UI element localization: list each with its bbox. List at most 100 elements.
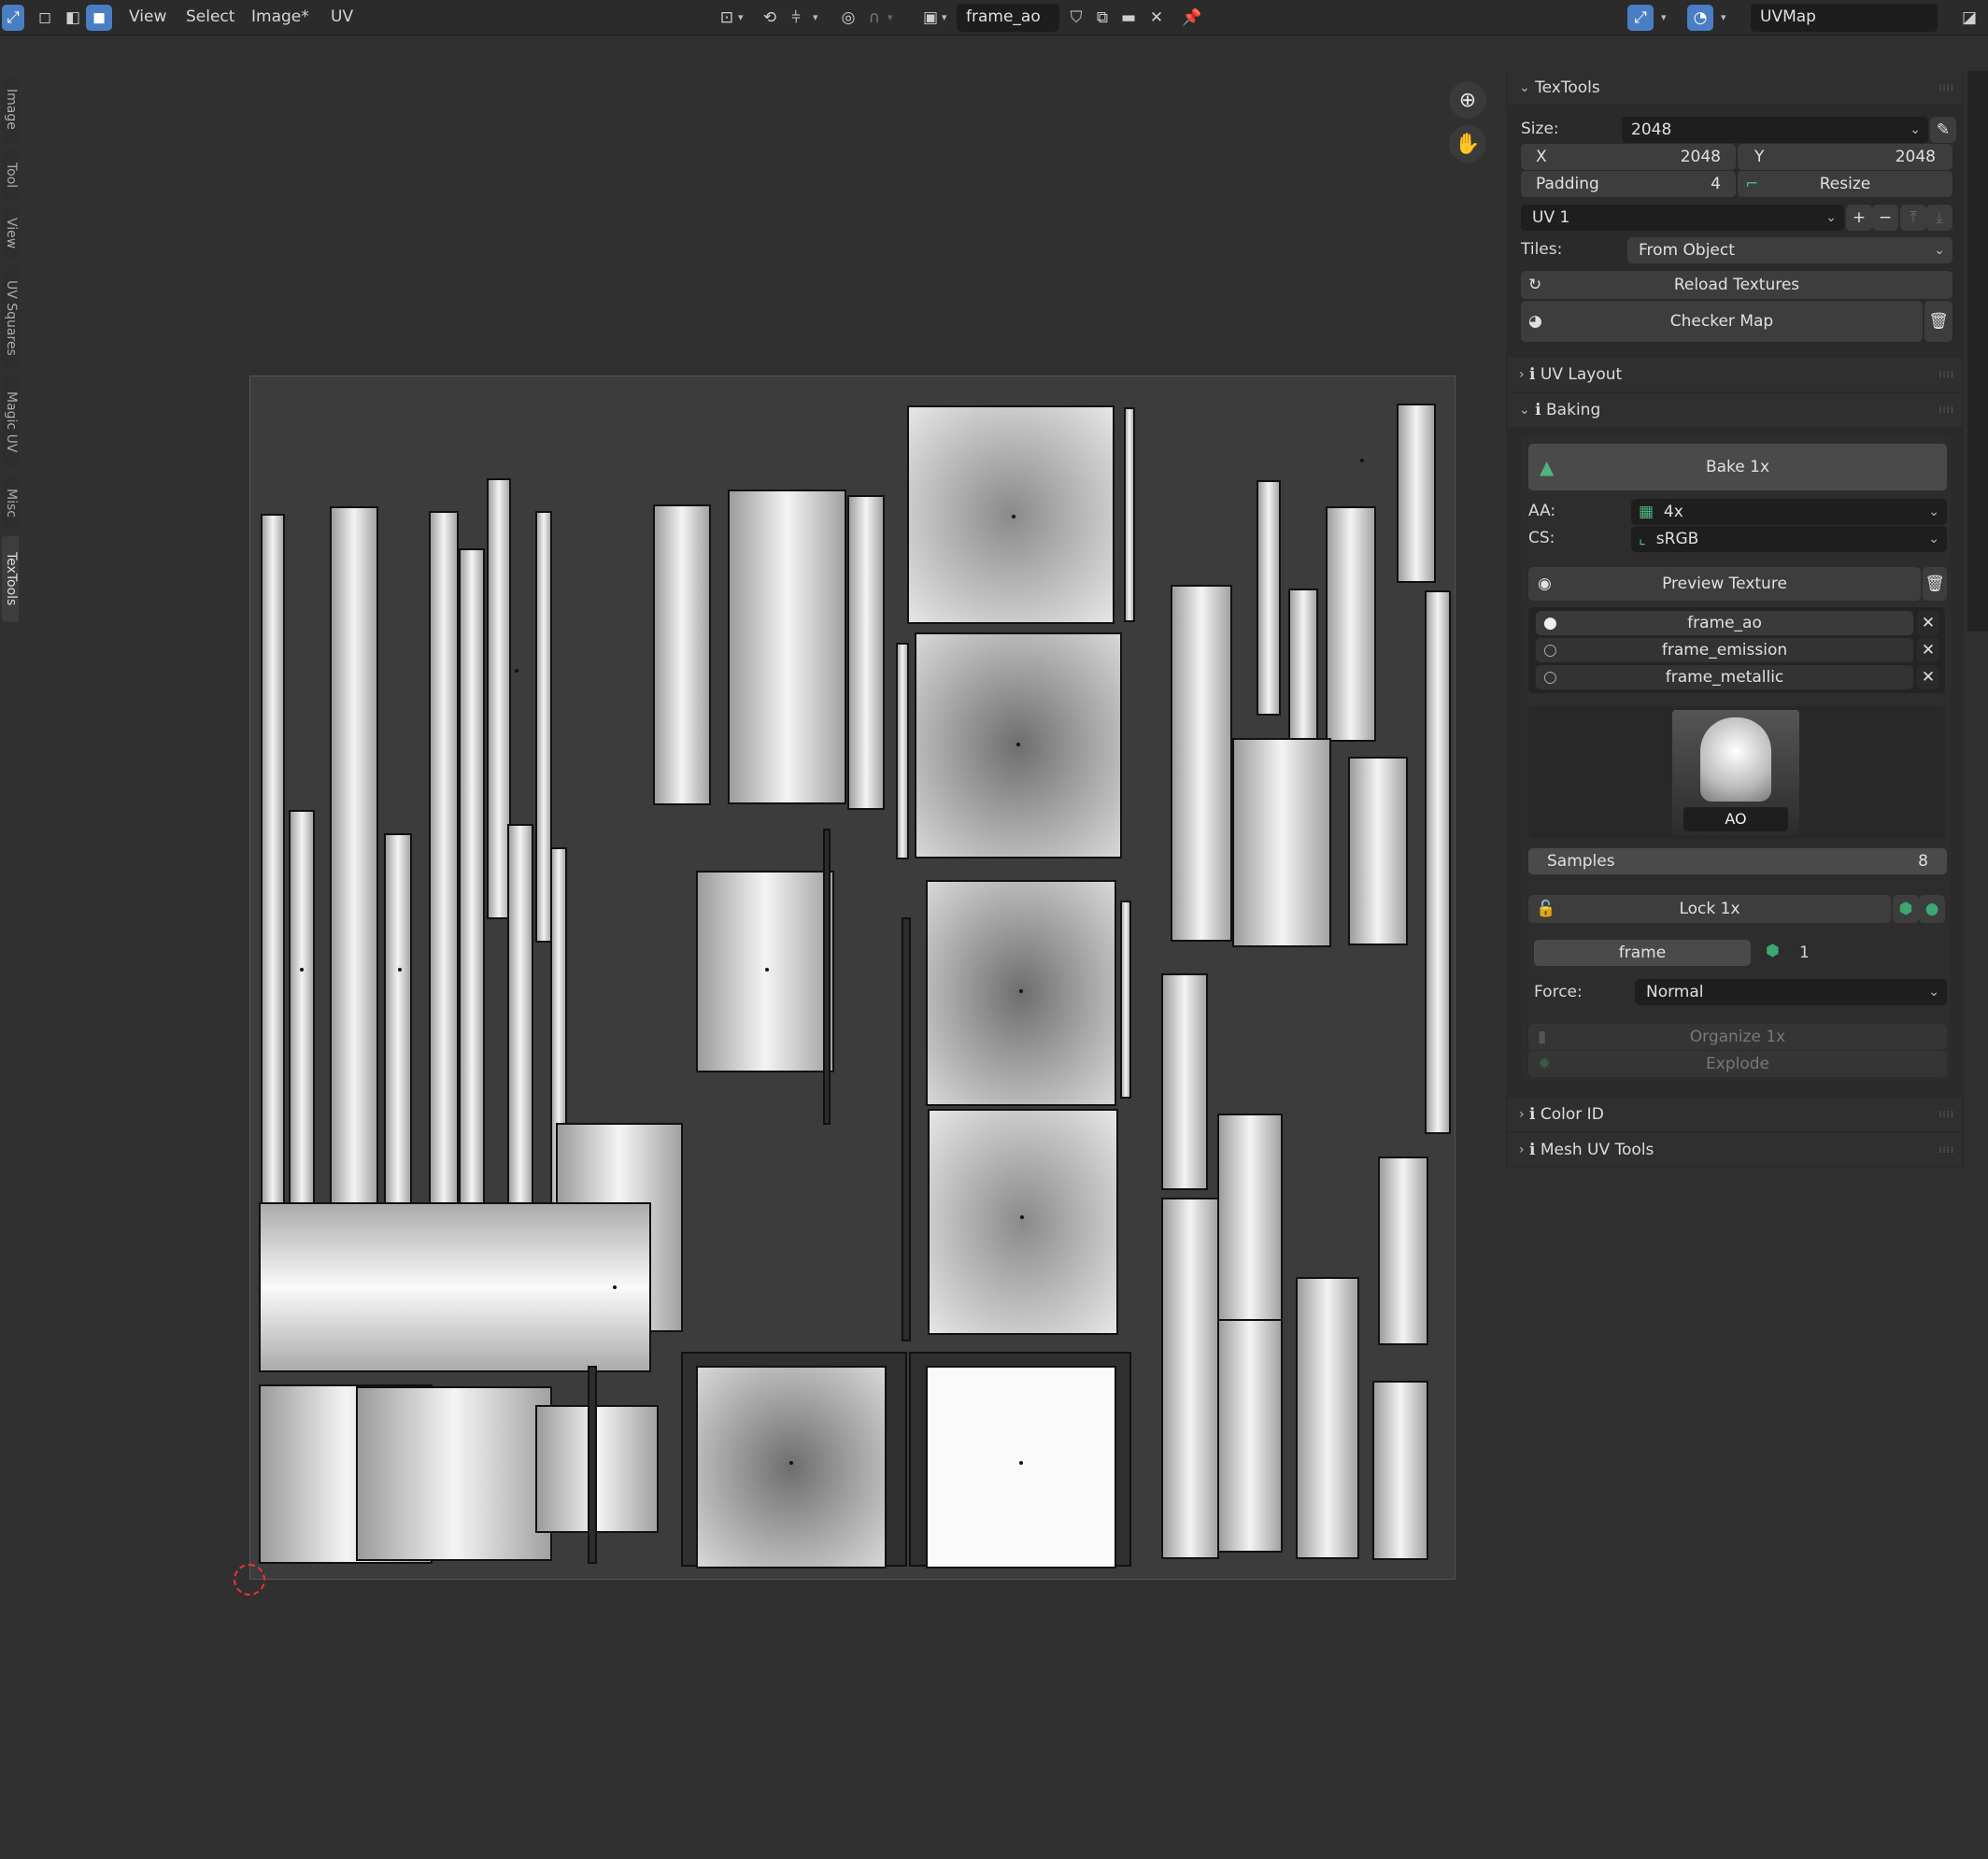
select-mode-face-icon[interactable]: ◼ [86, 5, 112, 31]
texture-item-frame-ao[interactable]: ● frame_ao [1536, 611, 1913, 635]
uv-island [1124, 407, 1135, 622]
reload-textures-button[interactable]: ↻ Reload Textures [1521, 271, 1952, 299]
menu-image[interactable]: Image* [251, 7, 309, 26]
tab-tool[interactable]: Tool [2, 149, 19, 202]
tiles-dropdown[interactable]: From Object ⌄ [1627, 237, 1952, 263]
add-uv-icon[interactable]: + [1846, 205, 1872, 231]
bake-button[interactable]: ▲ Bake 1x [1528, 444, 1947, 490]
tab-image[interactable]: Image [2, 75, 19, 144]
select-mode-edge-icon[interactable]: ◧ [60, 5, 86, 31]
resize-label: Resize [1819, 175, 1871, 193]
size-dropdown[interactable]: 2048 ⌄ [1622, 117, 1928, 143]
organize-button[interactable]: ▮ Organize 1x [1528, 1024, 1947, 1050]
mesh-uv-tools-panel-header[interactable]: › ℹ Mesh UV Tools ⁞⁞⁞⁞ [1508, 1133, 1962, 1167]
proportional-edit-icon[interactable]: ◎ [835, 5, 861, 31]
snap-icon[interactable]: ⫩ [783, 5, 809, 31]
checker-map-button[interactable]: ◕ Checker Map [1521, 301, 1923, 342]
mesh-cube-icon: ⬢ [1766, 942, 1780, 960]
info-icon: ℹ [1529, 1141, 1536, 1159]
editor-type-icon[interactable]: ⤢ [2, 5, 24, 31]
unlink-image-icon[interactable]: ✕ [1143, 5, 1170, 31]
menu-select[interactable]: Select [186, 7, 234, 26]
falloff-dropdown-icon[interactable]: ▾ [888, 11, 893, 23]
trash-icon[interactable]: 🗑 [1923, 567, 1947, 601]
panel-title: UV Layout [1540, 365, 1623, 384]
image-browse-icon[interactable]: ▣ [917, 5, 944, 31]
select-mode-vertex-icon[interactable]: ◻ [32, 5, 58, 31]
overlays-icon[interactable]: ◔ [1687, 5, 1713, 31]
close-icon[interactable]: ✕ [1917, 665, 1939, 689]
uv-island [429, 511, 459, 1223]
move-down-icon[interactable]: ⤓ [1926, 205, 1952, 231]
eyedropper-icon[interactable]: ✎ [1930, 117, 1956, 143]
ao-thumbnail[interactable]: AO [1672, 710, 1799, 835]
menu-uv[interactable]: UV [331, 7, 353, 26]
pan-hand-icon[interactable]: ✋ [1449, 125, 1486, 163]
close-icon[interactable]: ✕ [1917, 638, 1939, 662]
pivot-dropdown-icon[interactable]: ▾ [738, 11, 744, 23]
resize-button[interactable]: ⌐ Resize [1738, 171, 1952, 197]
gizmo-toggle-icon[interactable]: ◪ [1956, 5, 1982, 31]
size-x-field[interactable]: X 2048 [1521, 144, 1736, 170]
textools-panel-header[interactable]: ⌄ TexTools ⁞⁞⁞⁞ [1508, 71, 1962, 105]
menu-view[interactable]: View [129, 7, 166, 26]
lock-button[interactable]: 🔓 Lock 1x [1528, 895, 1891, 923]
tab-view[interactable]: View [2, 207, 19, 260]
padding-field[interactable]: Padding 4 [1521, 171, 1736, 197]
pivot-icon[interactable]: ⊡ [714, 5, 740, 31]
fake-user-shield-icon[interactable]: ⛉ [1063, 5, 1089, 31]
uv-sticky-dropdown-icon[interactable]: ▾ [1661, 11, 1667, 23]
texture-item-frame-metallic[interactable]: ○ frame_metallic [1536, 665, 1913, 689]
color-id-panel-header[interactable]: › ℹ Color ID ⁞⁞⁞⁞ [1508, 1098, 1962, 1131]
chevron-down-icon: ⌄ [1519, 403, 1530, 418]
cursor-3d-icon[interactable] [234, 1564, 265, 1596]
cs-dropdown[interactable]: ⌞ sRGB ⌄ [1631, 526, 1947, 552]
overlays-dropdown-icon[interactable]: ▾ [1721, 11, 1726, 23]
drag-grip-icon[interactable]: ⁞⁞⁞⁞ [1938, 1145, 1954, 1156]
drag-grip-icon[interactable]: ⁞⁞⁞⁞ [1938, 370, 1954, 380]
drag-grip-icon[interactable]: ⁞⁞⁞⁞ [1938, 1110, 1954, 1120]
tab-magic-uv[interactable]: Magic UV [2, 376, 19, 469]
radio-empty-icon: ○ [1543, 641, 1557, 660]
drag-grip-icon[interactable]: ⁞⁞⁞⁞ [1938, 83, 1954, 93]
uv-channel-dropdown[interactable]: UV 1 ⌄ [1521, 205, 1844, 231]
uv-island [1217, 1114, 1283, 1338]
explode-button[interactable]: ✸ Explode [1528, 1051, 1947, 1077]
image-name-field[interactable]: frame_ao [957, 4, 1059, 32]
aa-dropdown[interactable]: ▦ 4x ⌄ [1631, 499, 1947, 525]
size-y-field[interactable]: Y 2048 [1738, 144, 1952, 170]
info-icon: ℹ [1529, 365, 1536, 384]
drag-grip-icon[interactable]: ⁞⁞⁞⁞ [1938, 405, 1954, 416]
zoom-icon[interactable]: ⊕ [1449, 81, 1486, 119]
texture-item-frame-emission[interactable]: ○ frame_emission [1536, 638, 1913, 662]
trash-icon[interactable]: 🗑 [1924, 301, 1952, 342]
pin-icon[interactable]: 📌 [1179, 5, 1205, 31]
uv-map-field[interactable]: UVMap [1751, 4, 1938, 32]
force-dropdown[interactable]: Normal ⌄ [1635, 979, 1947, 1005]
close-icon[interactable]: ✕ [1917, 611, 1939, 635]
move-up-icon[interactable]: ⤒ [1900, 205, 1926, 231]
sync-select-icon[interactable]: ⟲ [757, 5, 783, 31]
preview-texture-button[interactable]: ◉ Preview Texture [1528, 567, 1921, 601]
open-image-icon[interactable]: ▬ [1115, 5, 1142, 31]
image-browse-dropdown-icon[interactable]: ▾ [942, 11, 947, 23]
tab-textools[interactable]: TexTools [2, 536, 19, 622]
new-image-icon[interactable]: ⧉ [1089, 5, 1115, 31]
editor-header: ⤢ ◻ ◧ ◼ View Select Image* UV ⊡ ▾ ⟲ ⫩ ▾ … [0, 0, 1988, 35]
x-label: X [1536, 148, 1547, 166]
uv-island [896, 643, 909, 859]
cube-icon[interactable]: ⬢ [1893, 895, 1919, 923]
uv-sticky-mode-icon[interactable]: ⤢ [1627, 5, 1654, 31]
falloff-icon[interactable]: ∩ [861, 5, 888, 31]
uv-layout-panel-header[interactable]: › ℹ UV Layout ⁞⁞⁞⁞ [1508, 358, 1962, 391]
tab-misc[interactable]: Misc [2, 475, 19, 531]
sphere-icon[interactable]: ● [1919, 895, 1945, 923]
object-name-field[interactable]: frame [1534, 940, 1751, 966]
samples-field[interactable]: Samples 8 [1528, 848, 1947, 874]
baking-panel-header[interactable]: ⌄ ℹ Baking ⁞⁞⁞⁞ [1508, 393, 1962, 427]
uv-texture-canvas[interactable] [249, 376, 1456, 1580]
snap-dropdown-icon[interactable]: ▾ [813, 11, 818, 23]
uv-island [1232, 738, 1331, 947]
tab-uv-squares[interactable]: UV Squares [2, 265, 19, 370]
remove-uv-icon[interactable]: − [1872, 205, 1898, 231]
